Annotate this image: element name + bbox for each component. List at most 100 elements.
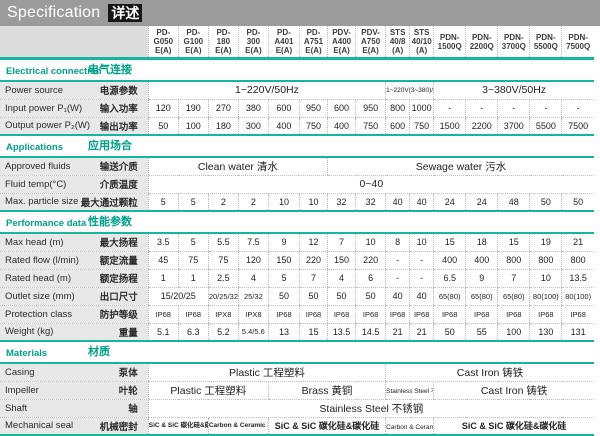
page-title-chinese: 详述 [108, 4, 142, 22]
spec-cell: 5.1 [148, 323, 178, 341]
spec-cell: 12 [299, 233, 327, 251]
row-label-en: Casing [5, 367, 35, 378]
spec-cell: 1~220V/50Hz [148, 81, 385, 99]
section-heading-en: Performance data [1, 218, 86, 229]
spec-cell: 50 [434, 323, 466, 341]
spec-cell: 50 [356, 287, 386, 305]
spec-cell: - [410, 269, 434, 287]
spec-cell: - [410, 251, 434, 269]
spec-cell: 6.3 [178, 323, 208, 341]
spec-cell: 750 [356, 117, 386, 135]
table-row: Rated flow (l/min)额定流量457575120150220150… [0, 251, 594, 269]
spec-cell: IP68 [148, 305, 178, 323]
spec-cell: 2200 [466, 117, 498, 135]
spec-cell: 800 [562, 251, 594, 269]
spec-cell: Brass 黄铜 [268, 381, 385, 399]
section-heading: Applications应用场合 [0, 135, 594, 157]
section-heading-zh: 应用场合 [88, 137, 132, 153]
spec-cell: IP68 [562, 305, 594, 323]
spec-cell: 50 [299, 287, 327, 305]
spec-cell: 24 [434, 193, 466, 211]
row-label: Fluid temp(°C)介质温度 [0, 175, 148, 193]
spec-cell: - [562, 99, 594, 117]
spec-cell: - [530, 99, 562, 117]
table-corner [0, 26, 148, 59]
spec-cell: 45 [148, 251, 178, 269]
spec-cell: - [466, 99, 498, 117]
row-label-zh: 最大通过颗粒 [81, 195, 138, 209]
table-row: Approved fluids输送介质Clean water 清水Sewage … [0, 157, 594, 175]
spec-cell: 32 [328, 193, 356, 211]
row-label: Max. particle size最大通过颗粒 [0, 193, 148, 211]
row-label: Power source电源参数 [0, 81, 148, 99]
column-header-pda751: PD-A751E(A) [299, 26, 327, 59]
table-row: Protection class防护等级IP68IP68IPX8IPX8IP68… [0, 305, 594, 323]
spec-cell: 21 [562, 233, 594, 251]
table-row: Fluid temp(°C)介质温度0~40 [0, 175, 594, 193]
spec-cell: 180 [208, 117, 238, 135]
spec-cell: 9 [466, 269, 498, 287]
column-header-pdva400: PDV-A400E(A) [328, 26, 356, 59]
section-heading-zh: 材质 [88, 343, 110, 359]
column-header-pdn3700q: PDN-3700Q [498, 26, 530, 59]
spec-cell: 75 [208, 251, 238, 269]
spec-cell: Plastic 工程塑料 [148, 363, 385, 381]
spec-cell: 150 [268, 251, 299, 269]
spec-cell: IP68 [268, 305, 299, 323]
spec-cell: 1000 [410, 99, 434, 117]
spec-cell: 2 [238, 193, 268, 211]
spec-cell: 7500 [562, 117, 594, 135]
column-header-pdg100: PD-G100E(A) [178, 26, 208, 59]
spec-cell: IP68 [530, 305, 562, 323]
table-row: Max. particle size最大通过颗粒5522101032324040… [0, 193, 594, 211]
spec-cell: 2 [208, 193, 238, 211]
spec-cell: Carbon & Ceramic 石墨&陶瓷 [208, 417, 268, 435]
row-label-en: Impeller [5, 385, 39, 396]
spec-cell: IP68 [356, 305, 386, 323]
row-label-zh: 电源参数 [100, 83, 138, 97]
spec-cell: 9 [268, 233, 299, 251]
row-label-zh: 轴 [128, 401, 138, 415]
spec-cell: 600 [268, 99, 299, 117]
section-heading: Materials材质 [0, 341, 594, 363]
section-row: Applications应用场合 [0, 135, 594, 157]
spec-cell: 48 [498, 193, 530, 211]
column-header-pd300: PD-300E(A) [238, 26, 268, 59]
spec-cell: 15 [434, 233, 466, 251]
spec-cell: 400 [268, 117, 299, 135]
spec-cell: IP68 [410, 305, 434, 323]
table-row: Outlet size (mm)出口尺寸15/20/2520/25/3225/3… [0, 287, 594, 305]
table-row: Casing泵体Plastic 工程塑料Cast Iron 铸铁 [0, 363, 594, 381]
table-row: Rated head (m)额定扬程112.545746--6.5971013.… [0, 269, 594, 287]
spec-cell: SiC & SiC 碳化硅&碳化硅 [268, 417, 385, 435]
spec-cell: 10 [268, 193, 299, 211]
spec-cell: 400 [434, 251, 466, 269]
spec-cell: 65(80) [498, 287, 530, 305]
spec-cell: 50 [328, 287, 356, 305]
spec-cell: 750 [410, 117, 434, 135]
spec-cell: 50 [268, 287, 299, 305]
spec-cell: 10 [410, 233, 434, 251]
spec-cell: Plastic 工程塑料 [148, 381, 268, 399]
row-label: Input power P₁(W)输入功率 [0, 99, 148, 117]
column-header-pdva750: PDV-A750E(A) [356, 26, 386, 59]
spec-cell: IP68 [178, 305, 208, 323]
spec-cell: IP68 [299, 305, 327, 323]
spec-cell: 5 [148, 193, 178, 211]
spec-cell: 40 [386, 193, 410, 211]
spec-cell: 190 [178, 99, 208, 117]
section-row: Performance data性能参数 [0, 211, 594, 233]
spec-cell: 18 [466, 233, 498, 251]
spec-cell: 1 [178, 269, 208, 287]
spec-cell: 950 [299, 99, 327, 117]
spec-cell: 7 [498, 269, 530, 287]
spec-cell: 10 [299, 193, 327, 211]
spec-cell: 130 [530, 323, 562, 341]
spec-cell: 7 [299, 269, 327, 287]
row-label: Rated head (m)额定扬程 [0, 269, 148, 287]
row-label: Output power P₂(W)输出功率 [0, 117, 148, 135]
spec-cell: 65(80) [434, 287, 466, 305]
spec-cell: 40 [386, 287, 410, 305]
row-label-en: Max. particle size [5, 196, 78, 207]
spec-cell: 13 [268, 323, 299, 341]
